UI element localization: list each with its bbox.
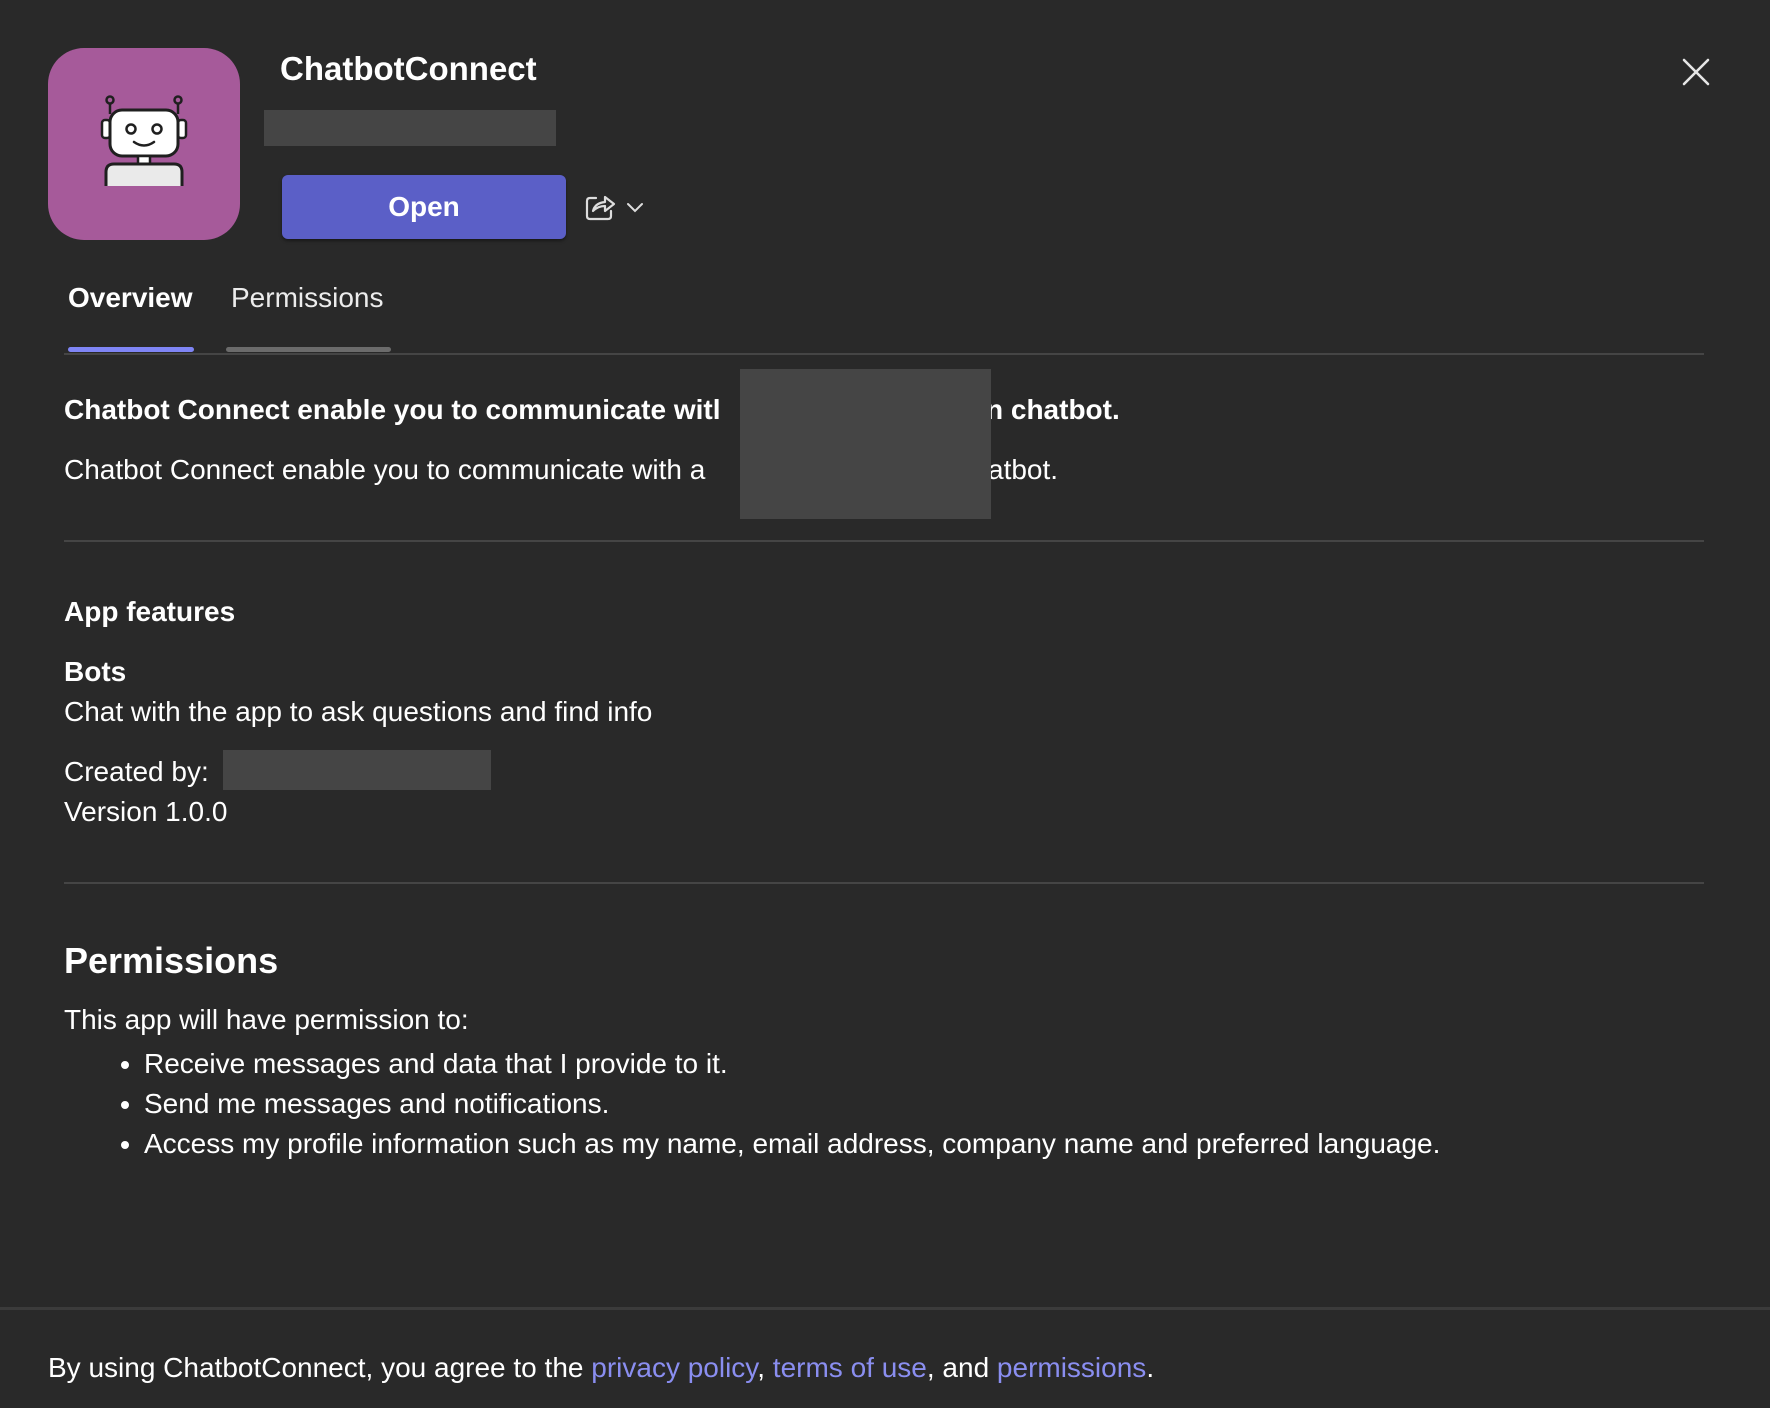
overview-headline-tail: n chatbot. bbox=[986, 394, 1120, 425]
features-heading: App features bbox=[64, 596, 236, 627]
footer-sep: , bbox=[757, 1352, 766, 1383]
created-by-label: Created by: bbox=[64, 756, 209, 787]
permissions-heading: Permissions bbox=[64, 940, 279, 981]
chevron-down-icon bbox=[627, 203, 643, 213]
close-button[interactable] bbox=[1680, 56, 1712, 88]
redacted-creator bbox=[223, 750, 491, 790]
close-icon bbox=[1682, 58, 1710, 86]
tab-overview-indicator bbox=[68, 347, 194, 352]
feature-name: Bots bbox=[64, 656, 127, 687]
app-title: ChatbotConnect bbox=[280, 50, 537, 87]
footer-sep: , and bbox=[926, 1352, 990, 1383]
footer-divider bbox=[0, 1307, 1770, 1310]
redacted-subtitle bbox=[264, 110, 556, 146]
footer-prefix: By using ChatbotConnect, you agree to th… bbox=[48, 1352, 584, 1383]
redacted-block bbox=[740, 369, 991, 519]
permission-item: Send me messages and notifications. bbox=[144, 1084, 1440, 1124]
overview-headline: Chatbot Connect enable you to communicat… bbox=[64, 394, 721, 425]
footer-text: By using ChatbotConnect, you agree to th… bbox=[48, 1352, 1154, 1384]
tab-overview[interactable]: Overview bbox=[68, 282, 193, 314]
permission-item: Receive messages and data that I provide… bbox=[144, 1044, 1440, 1084]
share-button[interactable] bbox=[584, 188, 648, 226]
permissions-link[interactable]: permissions bbox=[997, 1352, 1146, 1383]
section-divider bbox=[64, 882, 1704, 884]
open-button[interactable]: Open bbox=[282, 175, 566, 239]
share-icon bbox=[585, 195, 616, 221]
permissions-list: Receive messages and data that I provide… bbox=[110, 1044, 1440, 1164]
overview-description: Chatbot Connect enable you to communicat… bbox=[64, 454, 706, 485]
permission-item: Access my profile information such as my… bbox=[144, 1124, 1440, 1164]
app-icon bbox=[48, 48, 240, 240]
privacy-policy-link[interactable]: privacy policy bbox=[591, 1352, 757, 1383]
footer-suffix: . bbox=[1146, 1352, 1155, 1383]
terms-of-use-link[interactable]: terms of use bbox=[773, 1352, 927, 1383]
permissions-intro: This app will have permission to: bbox=[64, 1004, 469, 1035]
overview-description-tail: atbot. bbox=[988, 454, 1059, 485]
feature-description: Chat with the app to ask questions and f… bbox=[64, 696, 653, 727]
section-divider bbox=[64, 540, 1704, 542]
version-text: Version 1.0.0 bbox=[64, 796, 228, 827]
tab-permissions-indicator bbox=[226, 347, 391, 352]
tab-permissions[interactable]: Permissions bbox=[231, 282, 383, 314]
tabs-divider bbox=[64, 353, 1704, 355]
robot-icon bbox=[100, 95, 188, 186]
